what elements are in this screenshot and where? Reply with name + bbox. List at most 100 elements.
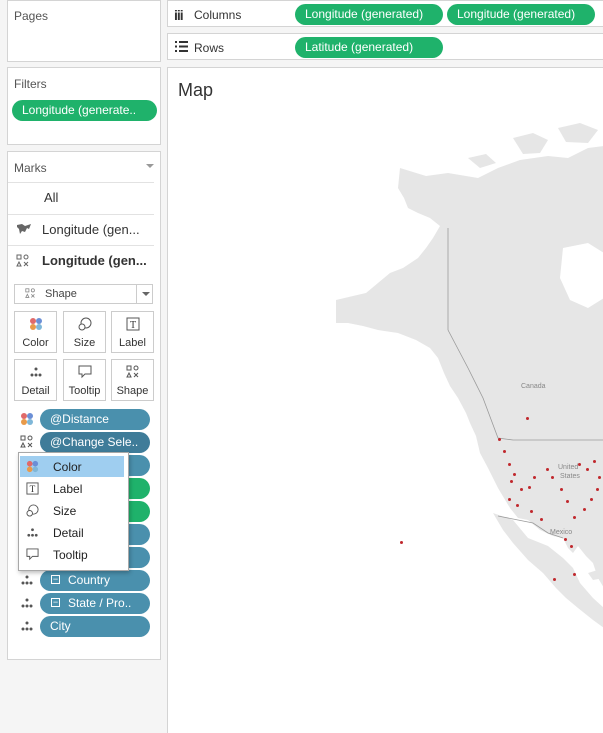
- menu-item-label[interactable]: T Label: [20, 478, 124, 499]
- menu-item-color[interactable]: Color: [20, 456, 124, 477]
- city-mark[interactable]: [596, 488, 599, 491]
- mark-type-select[interactable]: Shape: [14, 284, 153, 304]
- label-icon: T: [26, 482, 39, 495]
- land-north-america: [336, 146, 603, 587]
- city-mark[interactable]: [528, 486, 531, 489]
- pages-shelf[interactable]: Pages: [7, 0, 161, 62]
- field-pill-country[interactable]: − Country: [40, 570, 150, 591]
- city-mark[interactable]: [578, 463, 581, 466]
- field-pill-distance[interactable]: @Distance: [40, 409, 150, 430]
- city-mark[interactable]: [551, 476, 554, 479]
- city-mark[interactable]: [530, 510, 533, 513]
- city-mark[interactable]: [570, 545, 573, 548]
- city-mark[interactable]: [498, 438, 501, 441]
- city-mark[interactable]: [508, 498, 511, 501]
- select-divider: [136, 285, 137, 303]
- hierarchy-collapse-icon[interactable]: −: [51, 598, 60, 607]
- shape-card[interactable]: Shape: [111, 359, 154, 401]
- color-icon: [26, 460, 39, 473]
- detail-icon: [20, 596, 36, 610]
- city-mark[interactable]: [598, 476, 601, 479]
- card-label: Shape: [116, 385, 149, 397]
- marks-title: Marks: [14, 161, 47, 175]
- city-mark[interactable]: [503, 450, 506, 453]
- mark-type-label: Shape: [45, 288, 77, 300]
- chevron-down-icon: [142, 292, 150, 296]
- size-icon: [64, 317, 105, 331]
- city-mark[interactable]: [533, 476, 536, 479]
- marks-dropdown-arrow-icon[interactable]: [146, 164, 154, 168]
- marks-row-shape-layer[interactable]: Longitude (gen...: [8, 245, 154, 276]
- hierarchy-collapse-icon[interactable]: −: [51, 575, 60, 584]
- land-arctic-1: [513, 133, 548, 154]
- map-label-states: States: [560, 473, 580, 480]
- menu-item-size[interactable]: Size: [20, 500, 124, 521]
- city-mark[interactable]: [516, 504, 519, 507]
- color-icon: [15, 317, 56, 331]
- menu-item-tooltip[interactable]: Tooltip: [20, 544, 124, 565]
- map-label-canada: Canada: [521, 383, 546, 390]
- city-mark[interactable]: [540, 518, 543, 521]
- city-mark[interactable]: [586, 468, 589, 471]
- map-view[interactable]: Map Canada United States Mexico: [167, 67, 603, 733]
- marks-row-label: Longitude (gen...: [42, 253, 147, 268]
- city-mark[interactable]: [573, 516, 576, 519]
- filter-pill-longitude[interactable]: Longitude (generate..: [12, 100, 157, 121]
- field-pill-city[interactable]: City: [40, 616, 150, 637]
- menu-item-label: Tooltip: [53, 548, 88, 562]
- menu-item-label: Size: [53, 504, 77, 518]
- map-label-mexico: Mexico: [550, 529, 573, 536]
- columns-pill-longitude-1[interactable]: Longitude (generated): [295, 4, 443, 25]
- city-mark[interactable]: [560, 488, 563, 491]
- city-mark[interactable]: [573, 573, 576, 576]
- city-mark[interactable]: [513, 473, 516, 476]
- city-mark[interactable]: [508, 463, 511, 466]
- shape-icon: [20, 435, 36, 449]
- marks-row-map-layer[interactable]: Longitude (gen...: [8, 214, 154, 245]
- mark-type-context-menu: Color T Label Size Detail Tooltip: [18, 452, 129, 571]
- map-canvas[interactable]: [168, 68, 603, 733]
- city-mark[interactable]: [553, 578, 556, 581]
- field-label: Country: [68, 573, 111, 587]
- menu-item-detail[interactable]: Detail: [20, 522, 124, 543]
- color-card[interactable]: Color: [14, 311, 57, 353]
- rows-icon: [175, 41, 188, 55]
- size-icon: [26, 504, 39, 517]
- menu-item-label: Detail: [53, 526, 84, 540]
- detail-icon: [20, 619, 36, 633]
- field-pill-state[interactable]: − State / Pro..: [40, 593, 150, 614]
- city-mark[interactable]: [520, 488, 523, 491]
- marks-row-all[interactable]: All: [8, 182, 154, 213]
- svg-text:T: T: [129, 320, 135, 331]
- city-mark[interactable]: [566, 500, 569, 503]
- card-label: Color: [22, 337, 49, 349]
- city-mark[interactable]: [564, 538, 567, 541]
- detail-card[interactable]: Detail: [14, 359, 57, 401]
- filters-shelf[interactable]: Filters Longitude (generate..: [7, 67, 161, 145]
- field-label: State / Pro..: [68, 596, 132, 610]
- shape-icon: [16, 254, 30, 268]
- field-pill-change-selection[interactable]: @Change Sele..: [40, 432, 150, 453]
- menu-item-label: Color: [53, 460, 82, 474]
- city-mark[interactable]: [400, 541, 403, 544]
- filters-title: Filters: [14, 77, 47, 91]
- city-mark[interactable]: [583, 508, 586, 511]
- columns-pill-longitude-2[interactable]: Longitude (generated): [447, 4, 595, 25]
- columns-shelf[interactable]: iii Columns Longitude (generated) Longit…: [167, 0, 603, 27]
- size-card[interactable]: Size: [63, 311, 106, 353]
- color-icon: [20, 412, 36, 426]
- tooltip-card[interactable]: Tooltip: [63, 359, 106, 401]
- city-mark[interactable]: [593, 460, 596, 463]
- label-card[interactable]: T Label: [111, 311, 154, 353]
- detail-icon: [15, 365, 56, 379]
- svg-text:T: T: [30, 485, 36, 495]
- city-mark[interactable]: [526, 417, 529, 420]
- tooltip-icon: [64, 365, 105, 379]
- rows-shelf[interactable]: Rows Latitude (generated): [167, 33, 603, 60]
- land-arctic-2: [558, 123, 598, 143]
- city-mark[interactable]: [590, 498, 593, 501]
- city-mark[interactable]: [546, 468, 549, 471]
- rows-pill-latitude[interactable]: Latitude (generated): [295, 37, 443, 58]
- city-mark[interactable]: [510, 480, 513, 483]
- detail-icon: [20, 573, 36, 587]
